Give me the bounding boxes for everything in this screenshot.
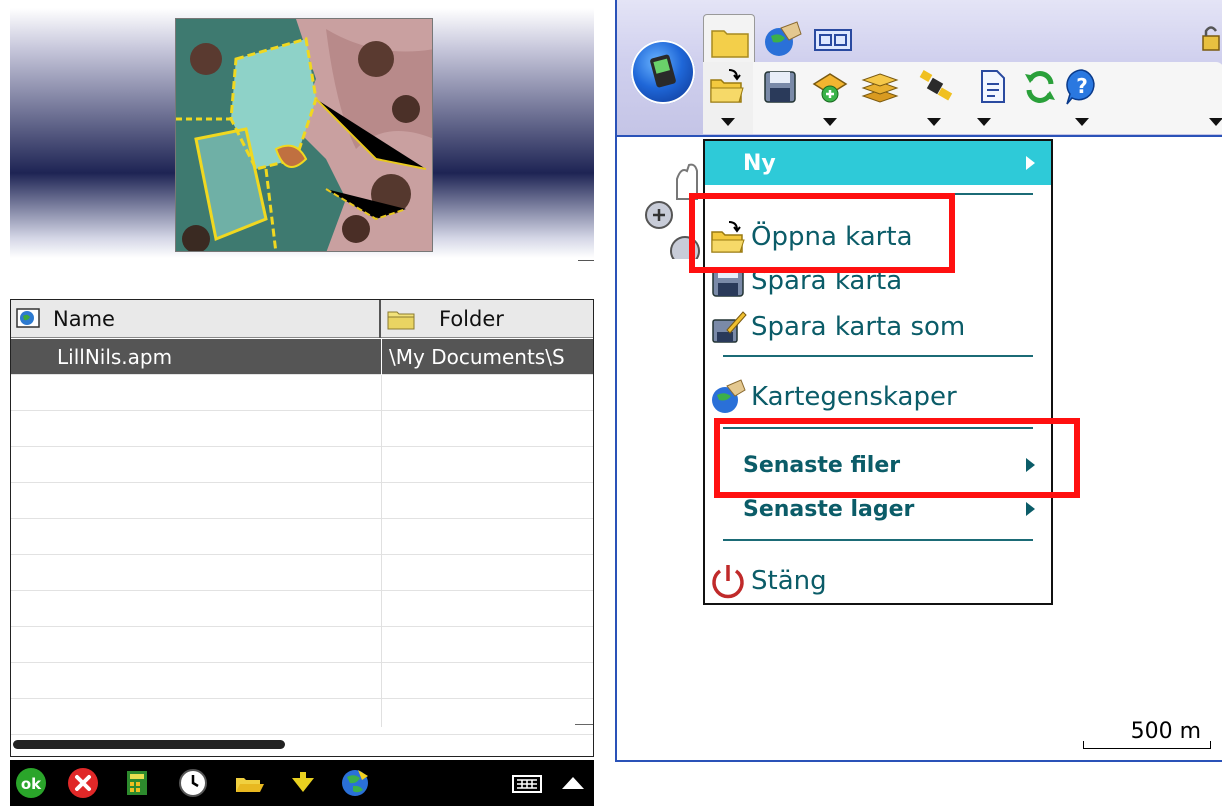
table-row[interactable] (11, 375, 593, 411)
table-row[interactable] (11, 411, 593, 447)
table-row[interactable]: LillNils.apm \My Documents\S (11, 339, 593, 375)
menu-item-save-map-label: Spara karta (751, 266, 903, 296)
save-map-button[interactable] (761, 66, 799, 106)
chevron-down-icon[interactable] (721, 118, 735, 126)
menu-item-recent-files[interactable]: Senaste filer (705, 443, 1051, 487)
menu-item-recent-layers[interactable]: Senaste lager (705, 487, 1051, 531)
menu-item-new[interactable]: Ny (705, 141, 1051, 185)
file-name-cell: LillNils.apm (57, 345, 173, 369)
column-divider (381, 339, 382, 375)
table-row[interactable] (11, 627, 593, 663)
help-button[interactable]: ? (1063, 66, 1101, 106)
tab-map-properties[interactable] (761, 18, 805, 62)
column-divider (381, 375, 382, 727)
map-file-icon (16, 308, 40, 328)
app-toolbar-band: ? (617, 0, 1222, 137)
map-preview-area (10, 8, 594, 258)
menu-item-save-map-as-label: Spara karta som (751, 312, 966, 342)
menu-item-save-map[interactable]: Spara karta (705, 259, 1051, 303)
menu-separator (723, 193, 1033, 195)
tab-file[interactable] (703, 14, 755, 64)
calculator-icon[interactable] (120, 766, 154, 800)
power-icon (712, 565, 744, 599)
scale-bar-label: 500 m (1130, 719, 1201, 744)
column-header-folder-label: Folder (439, 307, 504, 331)
menu-item-new-label: Ny (743, 150, 776, 176)
document-button[interactable] (973, 66, 1011, 106)
ribbon-tabs (703, 12, 1222, 64)
table-row[interactable] (11, 663, 593, 699)
cancel-icon[interactable] (66, 766, 100, 800)
map-preview-thumbnail (175, 18, 433, 252)
zoom-pan-tool-icon[interactable] (637, 159, 707, 259)
menu-item-save-map-as[interactable]: Spara karta som (705, 305, 1051, 349)
map-app-window: ? 500 m Ny Öppna karta Spara karta Spara… (615, 0, 1222, 762)
file-list[interactable]: Name Folder LillNils.apm \My Documents\S (10, 299, 594, 757)
save-as-icon (712, 311, 747, 343)
clock-icon[interactable] (176, 766, 210, 800)
table-row[interactable] (11, 699, 593, 735)
ribbon-toolbar: ? (703, 62, 1222, 134)
menu-item-recent-files-label: Senaste filer (743, 452, 901, 478)
ok-icon[interactable]: ok (14, 766, 48, 800)
menu-item-close[interactable]: Stäng (705, 559, 1051, 603)
globe-icon[interactable] (338, 766, 372, 800)
table-row[interactable] (11, 483, 593, 519)
taskbar: ok (10, 760, 594, 806)
menu-item-map-properties[interactable]: Kartegenskaper (705, 375, 1051, 419)
app-menu-orb[interactable] (631, 40, 695, 104)
submenu-arrow-icon (1026, 458, 1035, 472)
menu-separator (723, 539, 1033, 541)
table-row[interactable] (11, 591, 593, 627)
menu-item-recent-layers-label: Senaste lager (743, 496, 915, 522)
menu-separator (723, 427, 1033, 429)
open-folder-icon[interactable] (232, 766, 266, 800)
keyboard-icon[interactable] (510, 766, 544, 800)
download-arrow-icon[interactable] (286, 766, 320, 800)
file-browser-panel: Name Folder LillNils.apm \My Documents\S (0, 0, 600, 812)
file-dropdown-menu: Ny Öppna karta Spara karta Spara karta s… (703, 139, 1053, 605)
tab-view[interactable] (811, 22, 859, 58)
lock-icon[interactable] (1197, 22, 1222, 54)
menu-item-open-map[interactable]: Öppna karta (705, 215, 1051, 259)
layers-button[interactable] (861, 66, 899, 106)
horizontal-scrollbar[interactable] (13, 740, 285, 749)
add-layer-button[interactable] (811, 66, 849, 106)
gps-device-icon (650, 54, 676, 88)
open-folder-icon (711, 221, 745, 253)
chevron-down-icon[interactable] (977, 118, 991, 126)
table-row[interactable] (11, 447, 593, 483)
chevron-down-icon[interactable] (1075, 118, 1089, 126)
map-properties-icon (712, 379, 746, 413)
folder-tab-icon (711, 30, 749, 58)
svg-text:ok: ok (21, 775, 42, 793)
gps-satellite-button[interactable] (917, 66, 955, 106)
refresh-button[interactable] (1021, 66, 1059, 106)
menu-separator (723, 355, 1033, 357)
column-header-name[interactable]: Name (11, 300, 381, 338)
chevron-down-icon[interactable] (927, 118, 941, 126)
file-list-header: Name Folder (11, 300, 593, 338)
ribbon-overflow-icon[interactable] (1209, 118, 1222, 126)
menu-item-map-properties-label: Kartegenskaper (751, 382, 957, 412)
table-row[interactable] (11, 519, 593, 555)
folder-icon (387, 311, 415, 330)
save-disk-icon (712, 267, 744, 297)
scroll-tick (575, 724, 593, 725)
chevron-down-icon[interactable] (823, 118, 837, 126)
open-map-button[interactable] (707, 66, 745, 106)
file-folder-cell: \My Documents\S (389, 345, 565, 369)
svg-text:?: ? (1076, 74, 1088, 98)
submenu-arrow-icon (1026, 156, 1035, 170)
caret-up-icon[interactable] (556, 766, 590, 800)
scale-bar: 500 m (1083, 719, 1211, 749)
submenu-arrow-icon (1026, 502, 1035, 516)
divider (578, 260, 594, 261)
menu-item-open-map-label: Öppna karta (751, 222, 913, 252)
column-header-folder[interactable]: Folder (383, 300, 593, 338)
table-row[interactable] (11, 555, 593, 591)
menu-item-close-label: Stäng (751, 566, 827, 596)
column-header-name-label: Name (53, 307, 115, 331)
